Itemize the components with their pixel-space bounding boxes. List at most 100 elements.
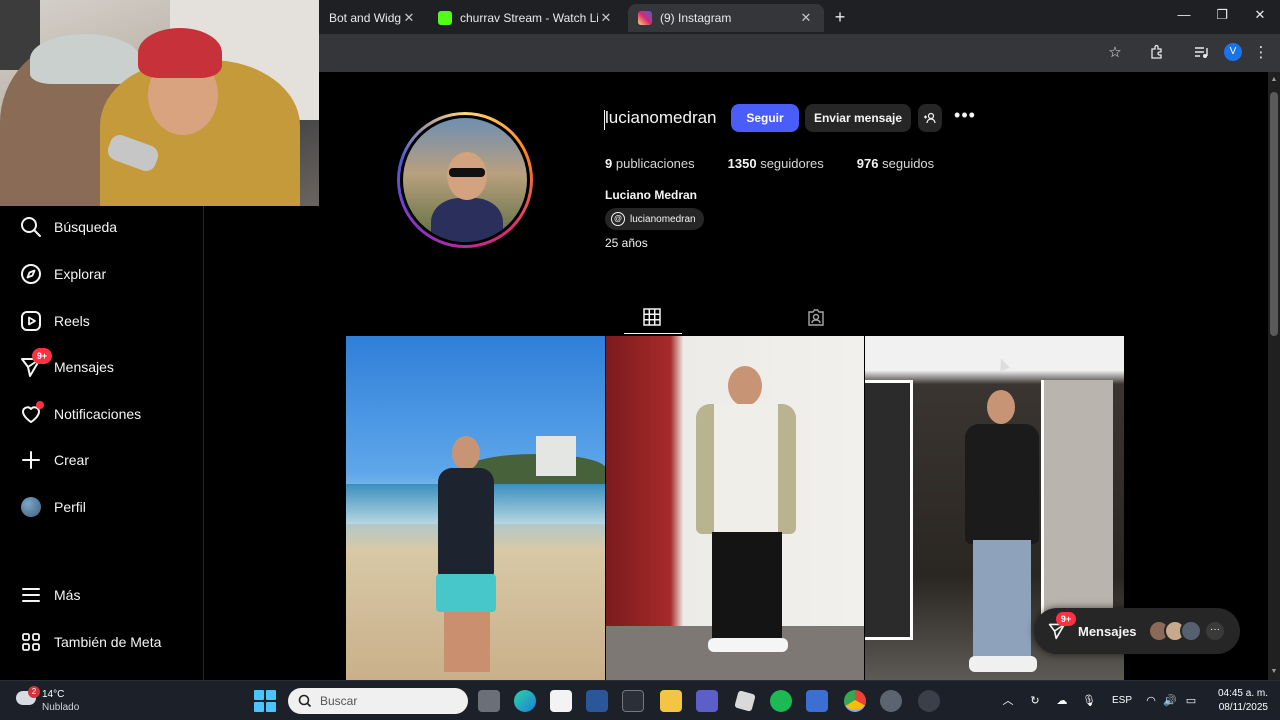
scroll-up-icon[interactable]: ▲ (1270, 76, 1278, 84)
following-stat[interactable]: 976 seguidos (857, 156, 934, 171)
more-options-icon[interactable]: ••• (954, 106, 976, 127)
tab-instagram[interactable]: (9) Instagram ✕ (628, 4, 824, 32)
followers-stat[interactable]: 1350 seguidores (728, 156, 824, 171)
tab-tagged[interactable] (807, 308, 827, 328)
sidebar-item-create[interactable]: Crear (0, 440, 204, 480)
post-thumbnail[interactable] (346, 336, 605, 680)
close-icon[interactable]: ✕ (598, 10, 614, 26)
posts-stat: 9 publicaciones (605, 156, 695, 171)
app-icon[interactable] (918, 690, 940, 712)
sidebar-item-profile[interactable]: Perfil (0, 487, 204, 527)
more-options-icon[interactable]: ··· (1206, 622, 1224, 640)
sidebar-item-explore[interactable]: Explorar (0, 254, 204, 294)
sidebar-item-label: Búsqueda (54, 219, 118, 235)
minimize-icon[interactable]: — (1174, 7, 1194, 22)
tab-posts-grid[interactable] (643, 308, 663, 328)
spotify-icon[interactable] (770, 690, 792, 712)
messenger-icon: 9+ (20, 348, 52, 378)
send-message-button[interactable]: Enviar mensaje (805, 104, 911, 132)
cloud-off-icon[interactable]: ☁ (1055, 694, 1069, 708)
messages-label: Mensajes (1078, 623, 1137, 639)
sidebar-item-search[interactable]: Búsqueda (0, 207, 204, 247)
close-icon[interactable]: ✕ (798, 10, 814, 26)
tab-churrav-stream[interactable]: churrav Stream - Watch Live on ✕ (428, 4, 624, 32)
scroll-down-icon[interactable]: ▼ (1270, 668, 1278, 676)
posts-grid (346, 336, 1125, 680)
sidebar-item-notifications[interactable]: Notificaciones (0, 394, 204, 434)
start-button[interactable] (254, 690, 276, 712)
task-view-icon[interactable] (478, 690, 500, 712)
browser-profile-avatar[interactable]: V (1224, 43, 1242, 61)
profile-bio: 25 años (605, 236, 648, 250)
wifi-icon[interactable]: ◠ (1144, 694, 1158, 708)
sidebar-item-more[interactable]: Más (0, 575, 204, 615)
weather-badge: 2 (28, 686, 40, 698)
sidebar-item-reels[interactable]: Reels (0, 301, 204, 341)
messages-floating-button[interactable]: 9+ Mensajes ··· (1034, 608, 1240, 654)
star-icon[interactable]: ☆ (1106, 44, 1124, 62)
post-thumbnail[interactable] (605, 336, 865, 680)
sidebar-item-also-from-meta[interactable]: También de Meta (0, 622, 204, 662)
sidebar-item-label: También de Meta (54, 634, 162, 650)
messenger-icon: 9+ (1048, 612, 1076, 640)
close-icon[interactable]: ✕ (401, 10, 417, 26)
app-icon[interactable] (806, 690, 828, 712)
chrome-icon[interactable] (844, 690, 866, 712)
close-window-icon[interactable]: ✕ (1250, 7, 1270, 23)
reels-icon (20, 310, 42, 332)
messages-badge: 9+ (32, 348, 52, 364)
sidebar-item-label: Notificaciones (54, 406, 142, 422)
tab-title: (9) Instagram (660, 11, 732, 25)
kebab-menu-icon[interactable]: ⋮ (1252, 44, 1270, 62)
roblox-icon[interactable] (734, 690, 756, 712)
new-tab-icon[interactable]: + (830, 7, 850, 27)
microphone-icon[interactable]: 🎙 (1082, 694, 1096, 708)
recent-contacts (1148, 620, 1202, 642)
taskbar-search-input[interactable] (320, 694, 450, 708)
pen-app-icon[interactable] (622, 690, 644, 712)
clock-date: 08/11/2025 (1218, 702, 1268, 713)
compass-icon (20, 263, 42, 285)
avatar (20, 496, 42, 518)
grid-icon (643, 308, 661, 326)
store-icon[interactable] (550, 690, 572, 712)
profile-main: lucianomedran Seguir Enviar mensaje ••• … (204, 72, 1268, 680)
threads-link[interactable]: @ lucianomedran (605, 208, 704, 230)
weather-widget[interactable]: 2 14°C Nublado (14, 686, 94, 715)
suggested-users-button[interactable] (918, 104, 942, 132)
input-language[interactable]: ESP (1112, 695, 1132, 706)
settings-icon[interactable] (880, 690, 902, 712)
tab-bot-and-widgets[interactable]: Bot and Widgets ✕ (319, 4, 427, 32)
media-control-icon[interactable] (1192, 44, 1210, 62)
chevron-up-icon[interactable]: ︿ (1001, 694, 1015, 708)
sidebar-item-label: Más (54, 587, 81, 603)
clock-time: 04:45 a. m. (1217, 688, 1268, 699)
edge-icon[interactable] (514, 690, 536, 712)
volume-icon[interactable]: 🔊 (1163, 694, 1177, 708)
teams-icon[interactable] (696, 690, 718, 712)
search-icon (298, 694, 312, 708)
sync-icon[interactable]: ↻ (1028, 694, 1042, 708)
profile-avatar[interactable] (397, 112, 533, 248)
tab-title: Bot and Widgets (329, 11, 401, 25)
meta-grid-icon (20, 631, 42, 653)
instagram-sidebar: Búsqueda Explorar Reels 9+ Mensajes Noti… (0, 206, 204, 680)
restore-icon[interactable]: ❐ (1212, 7, 1232, 23)
page-scrollbar[interactable]: ▲ ▼ (1268, 72, 1280, 680)
heart-icon (20, 401, 44, 425)
profile-username: lucianomedran (605, 108, 717, 127)
weather-description: Nublado (42, 702, 80, 713)
active-tab-indicator (624, 333, 682, 334)
file-explorer-icon[interactable] (660, 690, 682, 712)
avatar (1180, 620, 1202, 642)
follow-button[interactable]: Seguir (731, 104, 799, 132)
battery-icon[interactable]: ▭ (1184, 694, 1198, 708)
sidebar-item-messages[interactable]: 9+ Mensajes (0, 347, 204, 387)
scroll-thumb[interactable] (1270, 92, 1278, 336)
threads-handle: lucianomedran (630, 213, 696, 225)
system-clock[interactable]: 04:45 a. m. 08/11/2025 (1206, 687, 1268, 715)
extensions-icon[interactable] (1148, 44, 1166, 62)
taskbar-search[interactable] (288, 688, 468, 714)
sidebar-item-label: Perfil (54, 499, 86, 515)
word-icon[interactable] (586, 690, 608, 712)
